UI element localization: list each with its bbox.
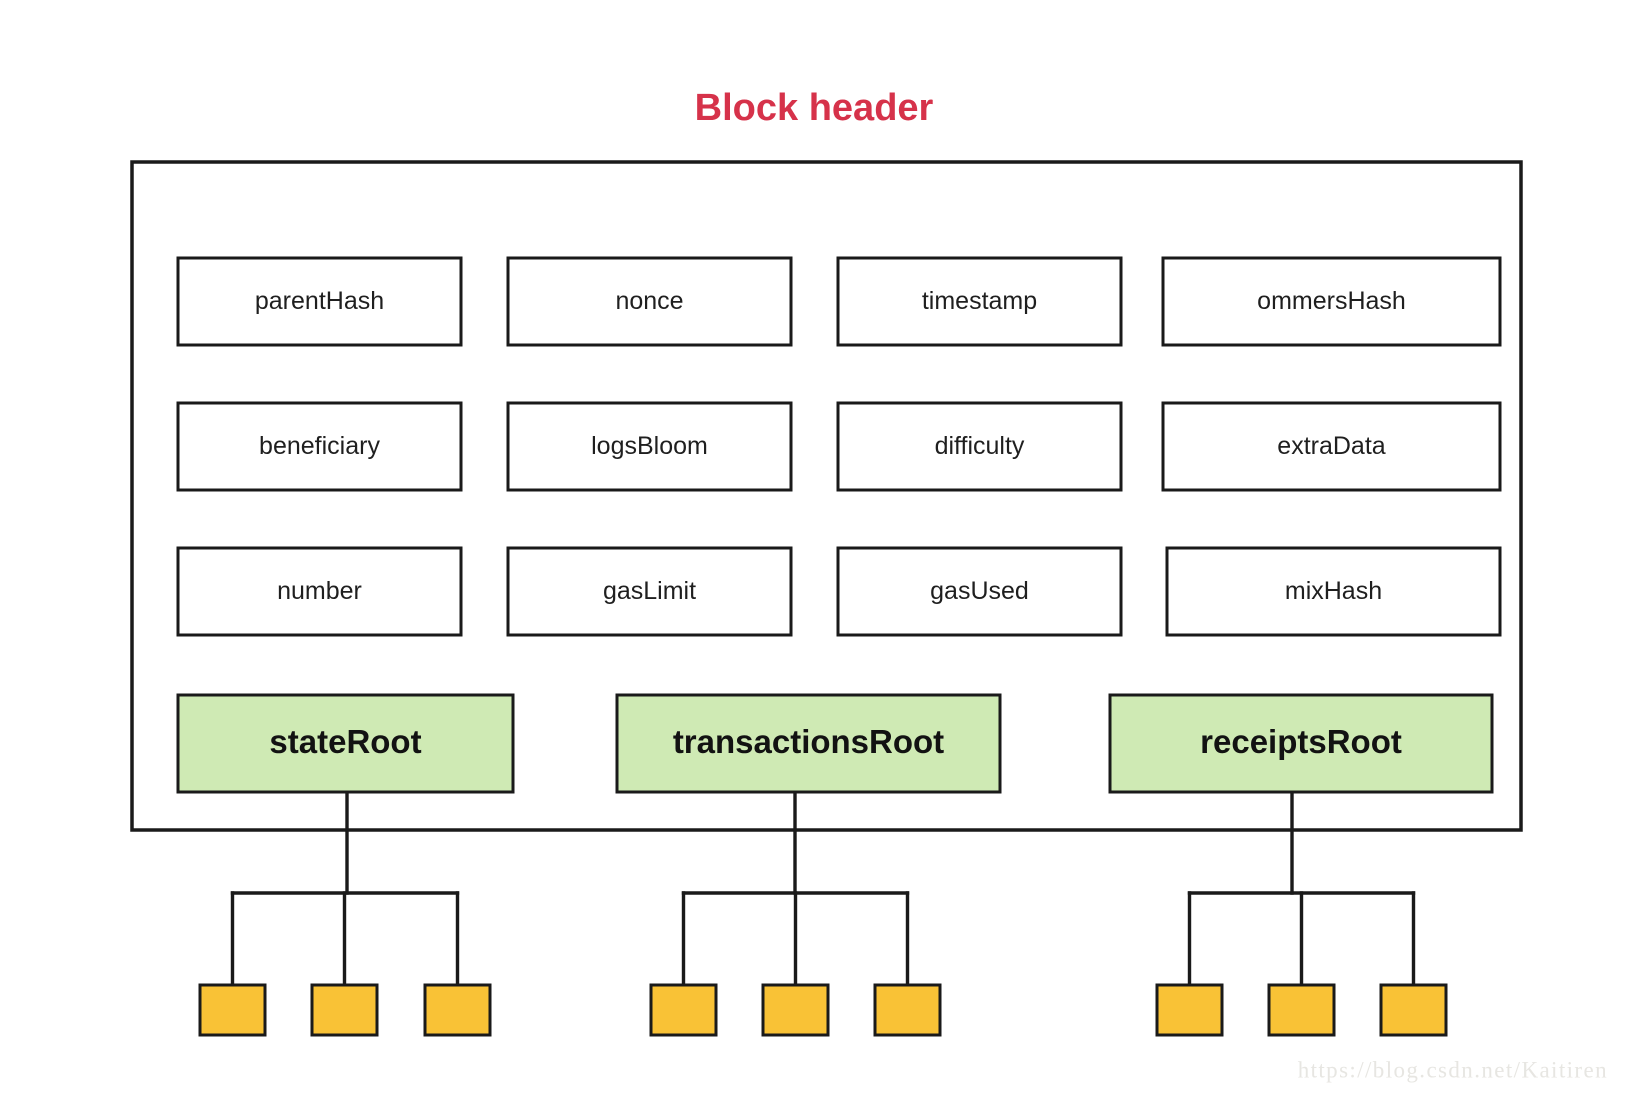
header-field-parenthash: parentHash (176, 256, 463, 347)
field-label: timestamp (922, 287, 1037, 315)
field-label: difficulty (935, 432, 1025, 460)
header-field-logsbloom: logsBloom (506, 401, 793, 492)
header-field-list: parentHash nonce timestamp ommersHash benefi… (176, 256, 1502, 637)
field-label: gasLimit (603, 577, 696, 605)
header-field-mixhash: mixHash (1165, 546, 1502, 637)
header-field-number: number (176, 546, 463, 637)
header-field-beneficiary: beneficiary (176, 401, 463, 492)
header-field-timestamp: timestamp (836, 256, 1123, 347)
diagram-canvas: Block header parentHash nonce timestamp omm… (130, 87, 1608, 1082)
header-field-gasused: gasUsed (836, 546, 1123, 637)
field-label: beneficiary (259, 432, 380, 460)
field-label: gasUsed (930, 577, 1029, 605)
header-field-difficulty: difficulty (836, 401, 1123, 492)
root-label: transactionsRoot (673, 723, 944, 760)
tree-connectors (230, 790, 1416, 987)
field-label: parentHash (255, 287, 384, 315)
field-label: nonce (615, 287, 683, 315)
field-label: number (277, 577, 362, 605)
root-node-receiptsroot[interactable]: receiptsRoot (1108, 693, 1494, 794)
root-label: receiptsRoot (1200, 723, 1402, 760)
field-label: extraData (1277, 432, 1385, 460)
leaf-node[interactable] (1267, 983, 1336, 1037)
root-node-transactionsroot[interactable]: transactionsRoot (615, 693, 1002, 794)
leaf-node[interactable] (761, 983, 830, 1037)
header-field-extradata: extraData (1161, 401, 1502, 492)
root-node-list: stateRoot transactionsRoot receiptsRoot (176, 693, 1494, 794)
header-field-nonce: nonce (506, 256, 793, 347)
field-label: ommersHash (1257, 287, 1406, 315)
leaf-node[interactable] (310, 983, 379, 1037)
watermark: https://blog.csdn.net/Kaitiren (1298, 1057, 1608, 1082)
leaf-node[interactable] (649, 983, 718, 1037)
block-header-diagram: Block header parentHash nonce timestamp omm… (0, 0, 1628, 1106)
leaf-node[interactable] (198, 983, 267, 1037)
root-node-stateroot[interactable]: stateRoot (176, 693, 515, 794)
leaf-node[interactable] (423, 983, 492, 1037)
header-field-ommershash: ommersHash (1161, 256, 1502, 347)
field-label: logsBloom (591, 432, 708, 460)
field-label: mixHash (1285, 577, 1382, 605)
leaf-node[interactable] (1379, 983, 1448, 1037)
header-field-gaslimit: gasLimit (506, 546, 793, 637)
root-label: stateRoot (269, 723, 421, 760)
page-title: Block header (695, 87, 934, 129)
leaf-node[interactable] (1155, 983, 1224, 1037)
leaf-node-list (198, 983, 1448, 1037)
leaf-node[interactable] (873, 983, 942, 1037)
